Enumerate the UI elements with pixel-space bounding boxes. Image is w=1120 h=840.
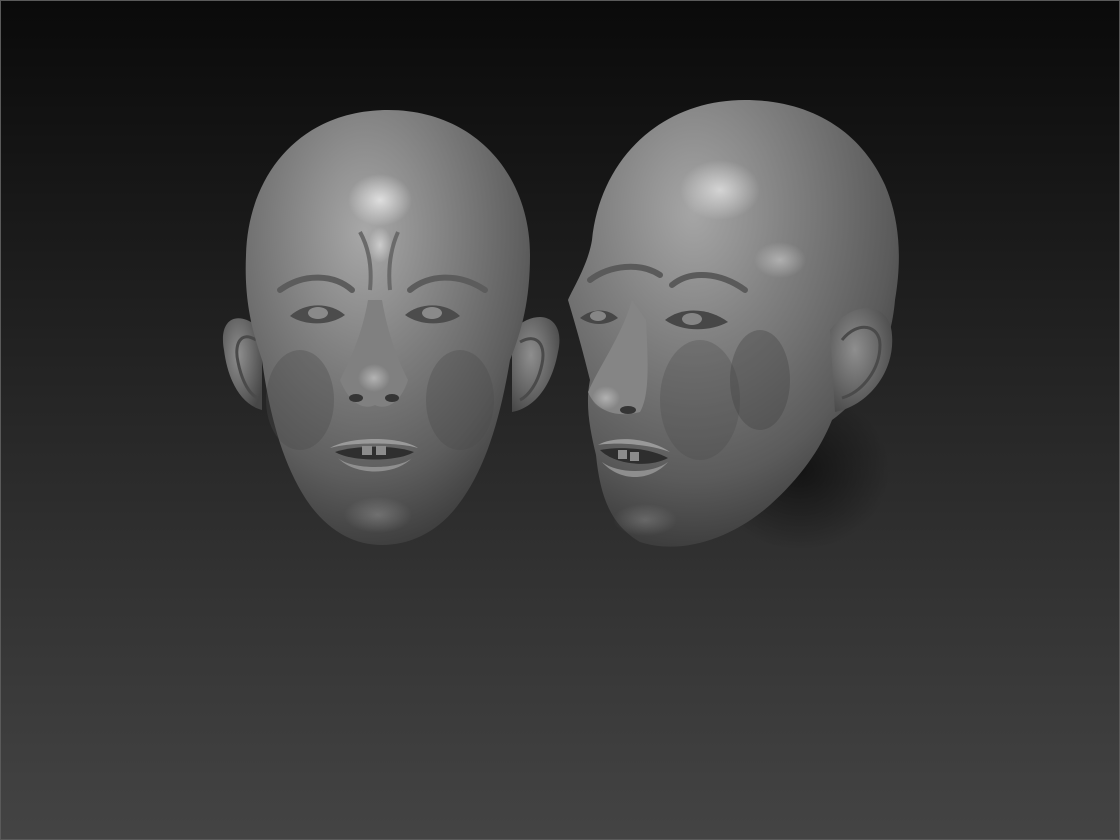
forehead-highlight	[348, 174, 412, 226]
head-model-front[interactable]	[222, 110, 560, 545]
sculpt-viewport[interactable]	[0, 0, 1120, 840]
head-model-three-quarter[interactable]	[568, 100, 899, 550]
sculpt-scene[interactable]	[0, 0, 1120, 840]
ear-three-quarter	[830, 308, 893, 412]
